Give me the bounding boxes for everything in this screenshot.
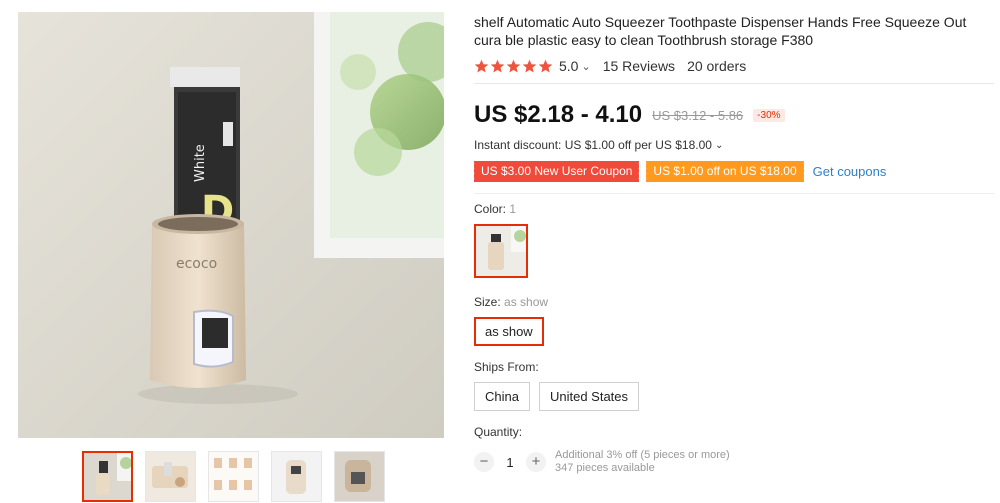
bulk-discount-note: Additional 3% off (5 pieces or more) (555, 449, 730, 461)
thumbnail-2[interactable] (145, 451, 196, 502)
divider (474, 83, 994, 84)
thumbnail-image (84, 453, 131, 500)
stock-available: 347 pieces available (555, 462, 655, 474)
color-label-text: Color: (474, 202, 507, 216)
quantity-input[interactable]: 1 (494, 455, 526, 470)
original-price: US $3.12 - 5.86 (652, 107, 744, 123)
star-icon (522, 59, 537, 72)
chevron-down-icon[interactable]: ⌄ (581, 60, 590, 73)
size-label: Size: as show (474, 295, 994, 309)
star-icon (506, 59, 521, 72)
store-coupon[interactable]: US $1.00 off on US $18.00 (644, 161, 804, 182)
quantity-stepper: − 1 + Additional 3% off (5 pieces or mor… (474, 449, 994, 475)
svg-text:ecoco: ecoco (176, 256, 217, 272)
thumbnail-image (209, 452, 258, 501)
product-info: shelf Automatic Auto Squeezer Toothpaste… (471, 13, 994, 475)
quantity-label: Quantity: (474, 425, 523, 439)
price-row: US $2.18 - 4.10 US $3.12 - 5.86 -30% (474, 100, 994, 130)
thumbnail-1[interactable] (82, 451, 133, 502)
star-icon (490, 59, 505, 72)
product-photo: D White ecoco (18, 12, 444, 438)
get-coupons-link[interactable]: Get coupons (813, 164, 887, 179)
thumbnail-5[interactable] (334, 451, 385, 502)
new-user-coupon[interactable]: US $3.00 New User Coupon (471, 161, 640, 182)
color-option-1[interactable] (474, 224, 528, 278)
quantity-increment-button[interactable]: + (526, 452, 546, 472)
thumbnail-4[interactable] (271, 451, 322, 502)
ships-from-selector: Ships From: China United States (474, 360, 994, 411)
quantity-selector: Quantity: − 1 + Additional 3% off (5 pie… (474, 425, 994, 475)
ships-from-label: Ships From: (474, 360, 539, 374)
instant-discount-text: Instant discount: US $1.00 off per US $1… (474, 138, 712, 152)
thumbnail-image (335, 452, 384, 501)
color-selector: Color: 1 (474, 202, 994, 278)
main-product-image[interactable]: D White ecoco (18, 12, 444, 438)
discount-badge: -30% (753, 108, 785, 122)
size-selected-value: as show (504, 295, 549, 309)
rating-value[interactable]: 5.0 (559, 58, 578, 74)
size-label-text: Size: (474, 295, 501, 309)
color-option-image (476, 226, 526, 276)
reviews-link[interactable]: 15 Reviews (603, 58, 675, 74)
color-count: 1 (509, 202, 517, 216)
orders-count: 20 orders (687, 58, 747, 74)
color-label: Color: 1 (474, 202, 994, 216)
quantity-decrement-button[interactable]: − (474, 452, 494, 472)
divider (474, 193, 994, 194)
star-icon (538, 59, 553, 72)
ships-from-united-states[interactable]: United States (538, 382, 640, 411)
size-option-as-show[interactable]: as show (474, 317, 544, 346)
star-icon (474, 59, 489, 72)
svg-text:White: White (193, 144, 208, 182)
rating-row: 5.0 ⌄ 15 Reviews 20 orders (474, 57, 994, 75)
thumbnail-strip (82, 451, 385, 502)
thumbnail-image (146, 452, 195, 501)
thumbnail-image (272, 452, 321, 501)
chevron-down-icon: ⌄ (714, 139, 724, 151)
coupon-row: US $3.00 New User Coupon US $1.00 off on… (471, 161, 994, 182)
instant-discount[interactable]: Instant discount: US $1.00 off per US $1… (474, 138, 994, 152)
thumbnail-3[interactable] (208, 451, 259, 502)
star-rating[interactable] (474, 59, 553, 74)
current-price: US $2.18 - 4.10 (474, 101, 643, 128)
product-title: shelf Automatic Auto Squeezer Toothpaste… (474, 14, 967, 48)
ships-from-china[interactable]: China (474, 382, 530, 411)
size-selector: Size: as show as show (474, 295, 994, 346)
quantity-note: Additional 3% off (5 pieces or more) 347… (555, 449, 730, 475)
